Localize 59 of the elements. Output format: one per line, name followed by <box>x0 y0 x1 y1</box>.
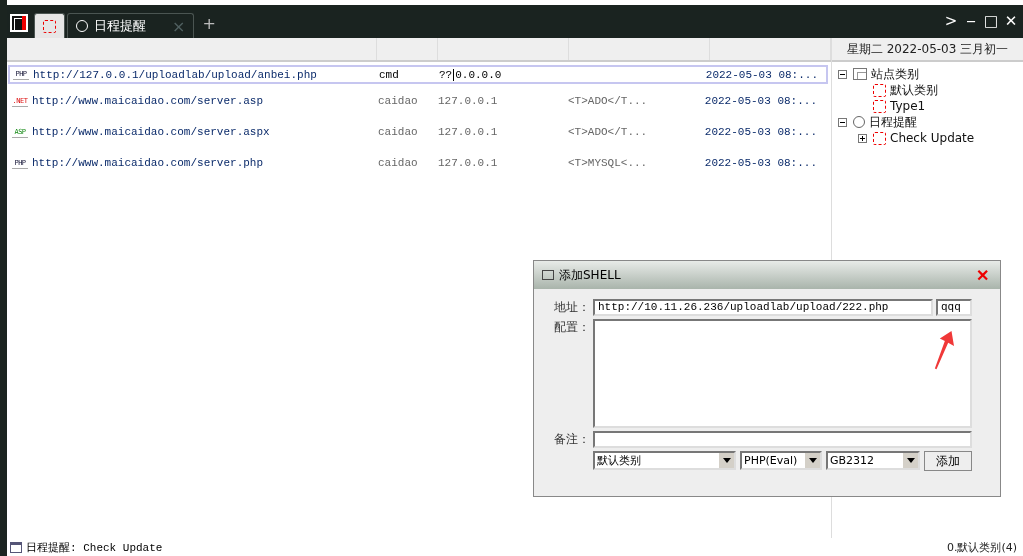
note-field[interactable] <box>593 431 972 448</box>
table-cell: caidao <box>378 157 418 169</box>
maximize-button[interactable]: □ <box>983 12 999 30</box>
url-text: http://127.0.0.1/uploadlab/upload/anbei.php <box>33 68 317 81</box>
date-header: 星期二 2022-05-03 三月初一 <box>832 38 1023 62</box>
password-field[interactable]: qqq <box>936 299 972 316</box>
table-cell: caidao <box>378 126 418 138</box>
new-tab-button[interactable]: + <box>196 14 222 38</box>
table-cell: cmd <box>379 68 399 81</box>
config-label: 配置： <box>553 319 590 336</box>
tab[interactable]: 日程提醒 × <box>67 13 195 38</box>
annotation-arrow <box>934 331 954 371</box>
close-button[interactable]: ✕ <box>1003 12 1019 30</box>
address-field[interactable]: http://10.11.26.236/uploadlab/upload/222.php <box>593 299 933 316</box>
dashed-square-icon <box>43 19 56 33</box>
tree-item[interactable]: Check Update <box>890 131 975 145</box>
table-cell: 2022-05-03 08:... <box>705 95 817 107</box>
app-logo-icon <box>10 14 28 32</box>
tree-item[interactable]: 站点类别 <box>871 65 919 83</box>
config-field[interactable] <box>593 319 972 428</box>
dashed-square-icon <box>873 131 886 145</box>
table-cell: 2022-05-03 08:... <box>705 157 817 169</box>
folder-icon <box>853 68 867 80</box>
collapse-icon[interactable] <box>838 69 847 79</box>
dialog-title: 添加SHELL <box>559 266 621 284</box>
table-cell: 127.0.0.1 <box>438 126 498 138</box>
collapse-icon[interactable] <box>838 117 847 127</box>
table-cell: 2022-05-03 08:... <box>706 68 818 81</box>
url-text: http://www.maicaidao.com/server.asp <box>32 95 264 107</box>
tree-item[interactable]: Type1 <box>890 99 926 113</box>
encoding-select[interactable]: GB2312 <box>826 451 920 470</box>
table-cell: 127.0.0.1 <box>438 157 498 169</box>
window-icon <box>10 541 22 553</box>
status-text: 日程提醒: Check Update <box>26 540 163 555</box>
minimize-button[interactable]: ‒ <box>963 12 979 30</box>
expand-icon[interactable] <box>858 133 867 143</box>
table-cell: ?? <box>439 68 453 81</box>
note-label: 备注： <box>553 431 590 448</box>
table-cell: 2022-05-03 08:... <box>705 126 817 138</box>
table-cell: <T>ADO</T... <box>568 126 648 138</box>
table-cell: 127.0.0.1 <box>438 95 498 107</box>
category-select[interactable]: 默认类别 <box>593 451 736 470</box>
add-button[interactable]: 添加 <box>924 451 972 471</box>
table-cell: <T>MYSQL<... <box>568 157 648 169</box>
window-icon <box>542 270 554 280</box>
next-button[interactable]: > <box>943 12 959 30</box>
tree-item[interactable]: 日程提醒 <box>869 113 917 131</box>
dashed-square-icon <box>873 83 886 97</box>
table-cell: <T>ADO</T... <box>568 95 648 107</box>
tab[interactable] <box>34 13 65 38</box>
url-text: http://www.maicaidao.com/server.aspx <box>32 126 270 138</box>
cell-editor[interactable]: 0.0.0.0 <box>453 68 502 81</box>
tree-item[interactable]: 默认类别 <box>890 81 938 99</box>
dashed-square-icon <box>873 99 886 113</box>
url-text: http://www.maicaidao.com/server.php <box>32 157 264 169</box>
status-count: 0.默认类别(4) <box>946 539 1017 555</box>
type-select[interactable]: PHP(Eval) <box>740 451 822 470</box>
table-cell: caidao <box>378 95 418 107</box>
address-label: 地址： <box>553 299 590 316</box>
